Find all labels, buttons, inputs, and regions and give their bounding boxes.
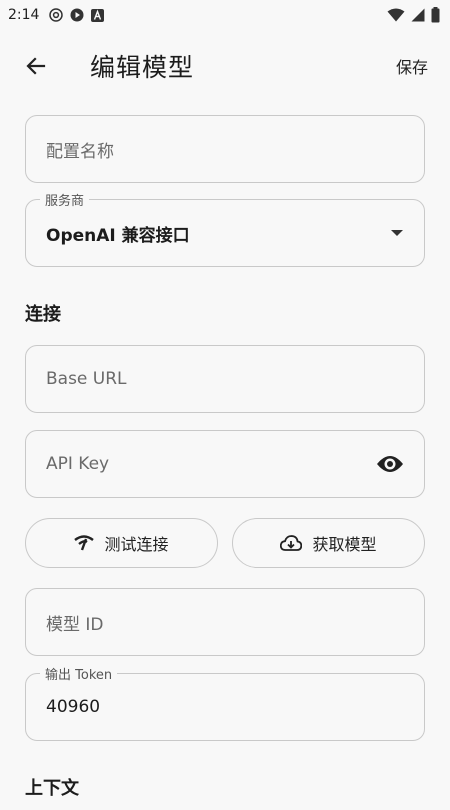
- dropdown-arrow-icon: [391, 230, 403, 236]
- save-button[interactable]: 保存: [396, 54, 428, 78]
- arrow-back-icon: [26, 57, 46, 75]
- fetch-models-label: 获取模型: [312, 535, 377, 554]
- api-key-field[interactable]: API Key: [25, 430, 425, 498]
- api-key-placeholder: API Key: [46, 454, 110, 474]
- connection-section-title: 连接: [25, 303, 61, 325]
- test-connection-label: 测试连接: [104, 535, 169, 554]
- provider-value: OpenAI 兼容接口: [46, 225, 190, 246]
- test-connection-button[interactable]: 测试连接: [25, 518, 218, 568]
- app-bar: 编辑模型 保存: [0, 30, 450, 102]
- form-content: 配置名称 服务商 OpenAI 兼容接口 连接 Base URL API Key…: [0, 115, 450, 810]
- back-button[interactable]: [12, 42, 60, 90]
- model-id-field[interactable]: 模型 ID: [25, 588, 425, 656]
- network-check-icon: [74, 535, 95, 551]
- base-url-placeholder: Base URL: [46, 369, 127, 389]
- status-system-icons: [387, 7, 440, 23]
- base-url-field[interactable]: Base URL: [25, 345, 425, 413]
- app-a-icon: [91, 8, 105, 22]
- config-name-field[interactable]: 配置名称: [25, 115, 425, 183]
- output-token-value: 40960: [46, 697, 101, 717]
- play-circle-icon: [70, 8, 84, 22]
- battery-icon: [431, 7, 440, 23]
- cloud-download-icon: [280, 535, 303, 551]
- provider-dropdown[interactable]: 服务商 OpenAI 兼容接口: [25, 190, 425, 267]
- context-section-title: 上下文: [25, 777, 79, 799]
- status-notification-icons: [49, 8, 105, 22]
- provider-label: 服务商: [40, 190, 90, 209]
- output-token-field[interactable]: 输出 Token 40960: [25, 664, 425, 741]
- status-bar: 2:14: [0, 0, 450, 30]
- eye-icon: [377, 456, 403, 472]
- model-id-placeholder: 模型 ID: [46, 614, 104, 635]
- at-sign-icon: [49, 8, 64, 22]
- toggle-visibility-button[interactable]: [376, 454, 404, 474]
- status-time: 2:14: [8, 7, 40, 23]
- output-token-label: 输出 Token: [40, 664, 118, 683]
- page-title: 编辑模型: [90, 53, 195, 82]
- signal-icon: [411, 8, 425, 22]
- wifi-icon: [387, 8, 405, 22]
- fetch-models-button[interactable]: 获取模型: [232, 518, 425, 568]
- connection-actions: 测试连接 获取模型: [25, 518, 425, 568]
- config-name-placeholder: 配置名称: [46, 141, 114, 162]
